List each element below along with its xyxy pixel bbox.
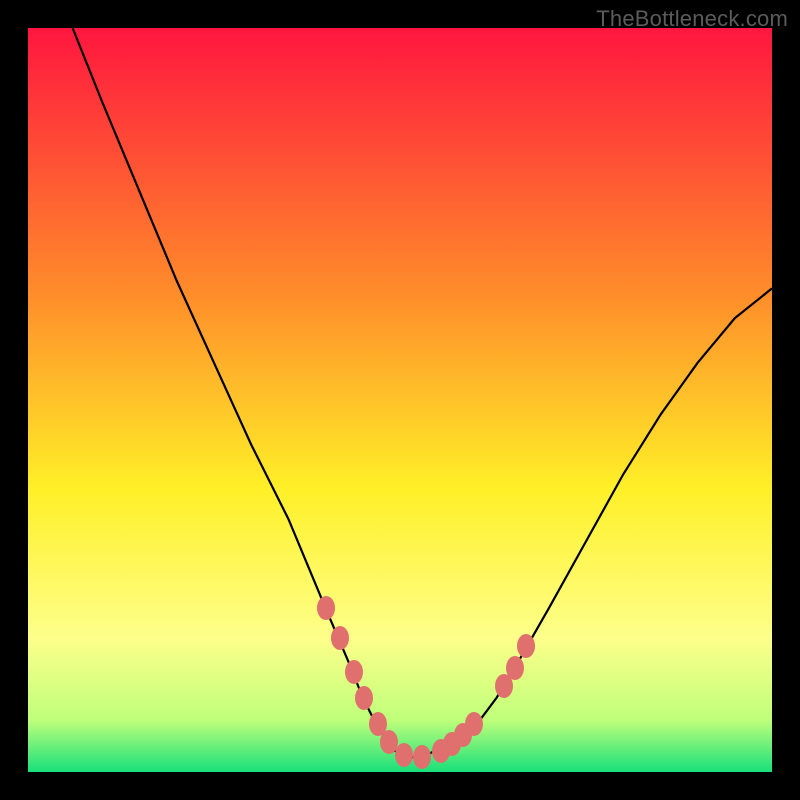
curve-marker: [317, 596, 335, 620]
curve-marker: [395, 743, 413, 767]
curve-marker: [465, 712, 483, 736]
curve-marker: [345, 660, 363, 684]
watermark-text: TheBottleneck.com: [596, 6, 788, 32]
curve-marker: [413, 745, 431, 769]
plot-svg: [28, 28, 772, 772]
curve-marker: [331, 626, 349, 650]
plot-area: [28, 28, 772, 772]
curve-marker: [517, 634, 535, 658]
outer-frame: TheBottleneck.com: [0, 0, 800, 800]
curve-marker: [506, 656, 524, 680]
gradient-background: [28, 28, 772, 772]
curve-marker: [355, 686, 373, 710]
